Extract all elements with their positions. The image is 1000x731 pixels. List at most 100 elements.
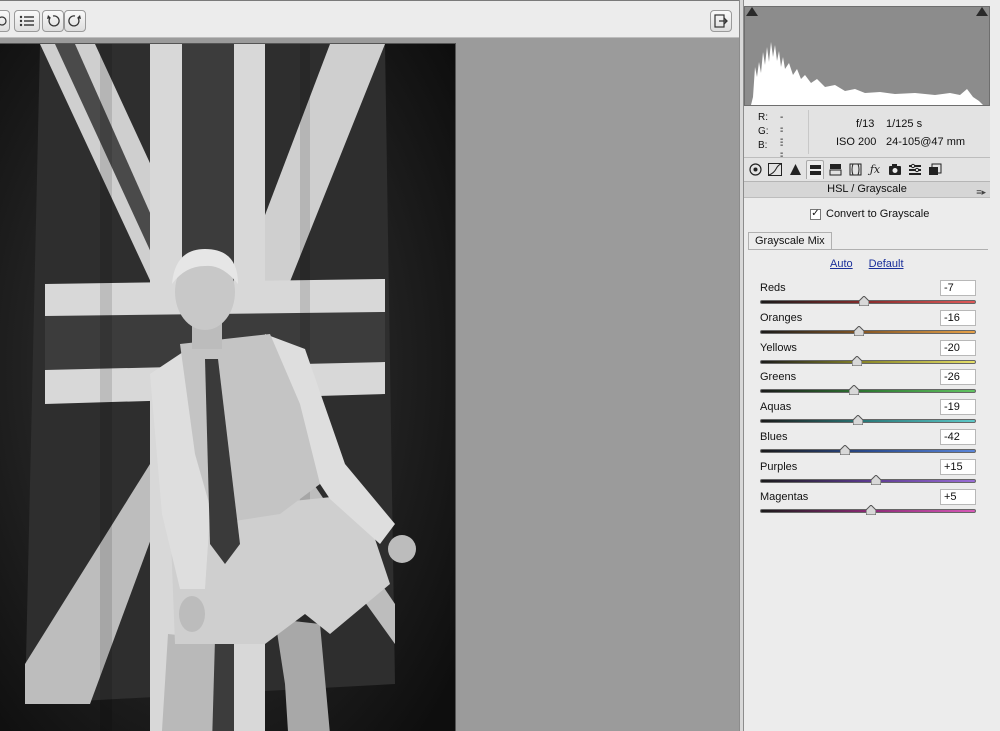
snapshots-icon	[929, 163, 942, 175]
export-icon	[714, 14, 728, 28]
adjustment-panel: R:--- G:--- B:--- f/13 1/125 s ISO 200 2…	[744, 0, 1000, 731]
slider-label: Yellows	[760, 341, 797, 354]
slider-value-field[interactable]: +5	[940, 488, 976, 505]
b-label: B:	[758, 140, 768, 151]
slider-track[interactable]	[760, 449, 976, 453]
slider-value-field[interactable]: -7	[940, 280, 976, 296]
list-icon	[19, 15, 34, 27]
toolbar	[0, 0, 739, 38]
slider-label: Reds	[760, 282, 786, 294]
snapshots-tab[interactable]	[926, 160, 944, 179]
auto-default-links: Auto Default	[830, 258, 904, 270]
split-toning-icon	[829, 164, 841, 176]
image-preview-area[interactable]	[0, 38, 739, 731]
lens-corrections-tab[interactable]	[846, 160, 864, 179]
info-separator	[808, 110, 809, 154]
lens-corrections-icon	[849, 163, 861, 176]
convert-to-grayscale-row[interactable]: ✓ Convert to Grayscale	[810, 208, 929, 220]
slider-track[interactable]	[760, 329, 976, 334]
slider-label: Aquas	[760, 401, 792, 414]
b-readout: B:---	[758, 140, 783, 173]
slider-value-field[interactable]: +15	[940, 458, 976, 475]
panel-title-bar: HSL / Grayscale ≡▸	[744, 182, 990, 198]
camera-raw-window: R:--- G:--- B:--- f/13 1/125 s ISO 200 2…	[0, 0, 1000, 731]
photo-preview[interactable]	[0, 43, 456, 731]
rotate-right-icon	[68, 15, 81, 27]
histogram-graph	[751, 42, 983, 105]
iso: ISO 200	[836, 136, 877, 148]
split-toning-tab[interactable]	[826, 160, 844, 179]
subtab-divider	[748, 249, 988, 250]
image-info: R:--- G:--- B:--- f/13 1/125 s ISO 200 2…	[744, 106, 990, 173]
slider-track[interactable]	[760, 478, 976, 483]
effects-icon: ƒx	[869, 163, 881, 176]
slider-value-field[interactable]: -26	[940, 369, 976, 386]
slider-thumb[interactable]	[854, 325, 865, 336]
aperture: f/13	[856, 118, 875, 130]
slider-thumb[interactable]	[865, 504, 876, 515]
slider-track[interactable]	[760, 419, 976, 424]
slider-thumb[interactable]	[852, 355, 863, 366]
slider-thumb[interactable]	[852, 415, 863, 426]
toggle-fullscreen-button[interactable]	[710, 10, 732, 32]
slider-thumb[interactable]	[871, 474, 882, 485]
shutter-speed: 1/125 s	[886, 118, 923, 130]
slider-value-field[interactable]: -20	[940, 339, 976, 356]
slider-track[interactable]	[760, 389, 976, 394]
slider-value-field[interactable]: -16	[940, 309, 976, 326]
panel-menu-icon[interactable]: ≡▸	[976, 185, 986, 200]
slider-track[interactable]	[760, 359, 976, 364]
basic-tab[interactable]	[746, 160, 764, 179]
detail-icon	[789, 164, 801, 175]
lens-focal: 24-105@47 mm	[886, 136, 966, 148]
rotate-right-button[interactable]	[64, 10, 86, 32]
before-after-button[interactable]	[0, 10, 10, 32]
slider-magentas: Magentas +5	[758, 488, 978, 521]
camera-calibration-tab[interactable]	[886, 160, 904, 179]
rotate-left-icon	[47, 15, 60, 27]
convert-to-grayscale-checkbox[interactable]: ✓	[810, 208, 821, 220]
rotate-left-button[interactable]	[42, 10, 64, 32]
panel-title: HSL / Grayscale	[827, 183, 907, 195]
slider-thumb[interactable]	[840, 445, 851, 455]
g-label: G:	[758, 126, 769, 137]
r-readout: R: ---	[758, 112, 783, 145]
slider-purples: Purples +15	[758, 458, 978, 491]
slider-thumb[interactable]	[859, 296, 870, 306]
grayscale-mix-tab[interactable]: Grayscale Mix	[748, 232, 832, 250]
slider-value-field[interactable]: -42	[940, 429, 976, 445]
circle-icon	[0, 16, 7, 26]
panel-tabs: ƒx	[744, 158, 990, 182]
r-label: R:	[758, 112, 768, 123]
slider-oranges: Oranges -16	[758, 309, 978, 342]
slider-label: Magentas	[760, 490, 809, 503]
convert-to-grayscale-label: Convert to Grayscale	[826, 208, 930, 220]
grayscale-portrait-image	[0, 44, 455, 731]
slider-label: Greens	[760, 371, 797, 384]
slider-greens: Greens -26	[758, 369, 978, 401]
slider-value-field[interactable]: -19	[940, 399, 976, 416]
camera-calibration-icon	[889, 164, 901, 175]
slider-reds: Reds -7	[758, 280, 978, 312]
slider-yellows: Yellows -20	[758, 339, 978, 372]
basic-icon	[748, 163, 762, 176]
presets-tab[interactable]	[906, 160, 924, 179]
slider-label: Blues	[760, 431, 788, 443]
tone-curve-tab[interactable]	[766, 160, 784, 179]
list-button[interactable]	[14, 10, 40, 32]
effects-tab[interactable]: ƒx	[866, 160, 884, 179]
slider-blues: Blues -42	[758, 429, 978, 461]
tone-curve-icon	[768, 163, 782, 176]
default-link[interactable]: Default	[869, 258, 904, 270]
slider-label: Oranges	[760, 311, 803, 324]
detail-tab[interactable]	[786, 160, 804, 179]
hsl-grayscale-tab[interactable]	[806, 160, 824, 179]
auto-link[interactable]: Auto	[830, 258, 853, 270]
hsl-grayscale-icon	[809, 164, 821, 175]
g-readout: G: ---	[758, 126, 783, 159]
presets-icon	[909, 163, 921, 175]
slider-thumb[interactable]	[848, 385, 859, 396]
slider-label: Purples	[760, 460, 798, 473]
slider-aquas: Aquas -19	[758, 399, 978, 431]
histogram	[744, 6, 990, 106]
